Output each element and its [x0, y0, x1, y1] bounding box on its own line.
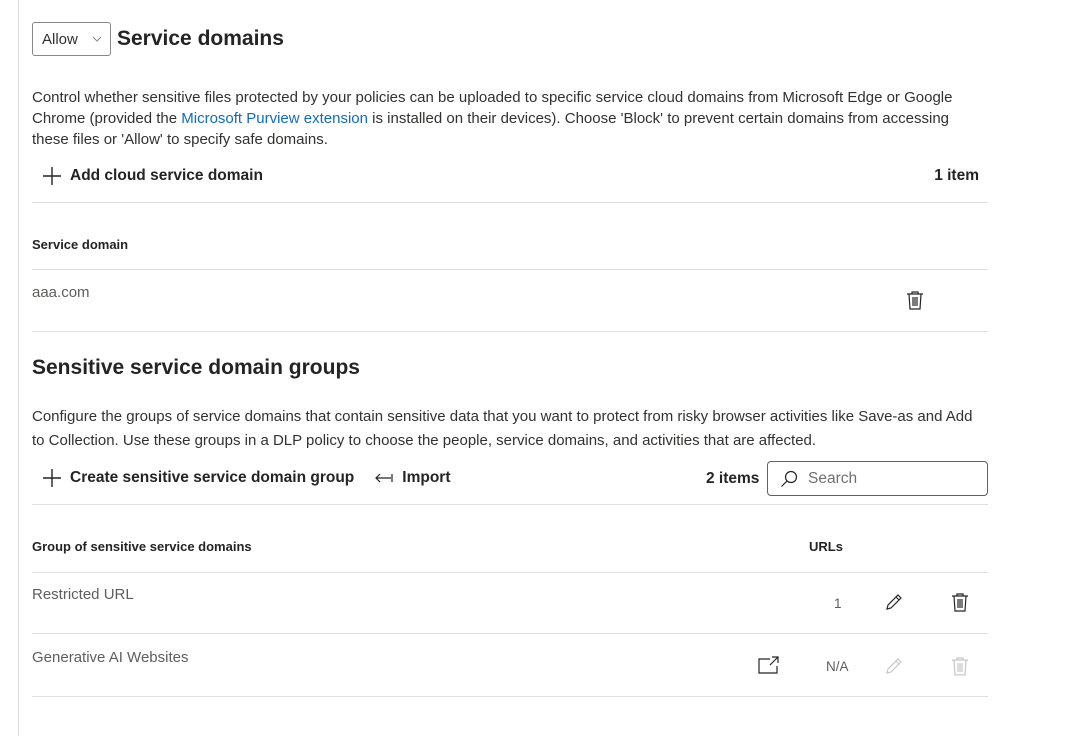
sensitive-groups-item-count: 2 items — [706, 470, 760, 487]
divider — [32, 202, 988, 203]
add-cloud-service-domain-button[interactable]: Add cloud service domain — [32, 158, 273, 194]
delete-group-button-disabled — [946, 652, 974, 680]
divider — [32, 331, 988, 332]
open-in-new-window-button[interactable] — [755, 651, 783, 679]
import-button[interactable]: Import — [364, 460, 460, 496]
left-panel-divider — [18, 0, 19, 736]
column-header-service-domain: Service domain — [32, 237, 129, 252]
service-domain-cell: aaa.com — [32, 284, 90, 301]
divider — [32, 696, 988, 697]
group-name-cell: Generative AI Websites — [32, 649, 189, 666]
divider — [32, 504, 988, 505]
trash-icon — [952, 657, 968, 676]
service-domains-description: Control whether sensitive files protecte… — [32, 87, 988, 150]
column-header-group: Group of sensitive service domains — [32, 539, 252, 554]
divider — [32, 633, 988, 634]
action-dropdown[interactable]: Allow — [32, 22, 111, 56]
open-external-icon — [758, 656, 779, 674]
column-header-urls: URLs — [809, 539, 843, 554]
sensitive-groups-title: Sensitive service domain groups — [32, 356, 360, 379]
search-icon — [781, 470, 798, 487]
create-sensitive-group-label: Create sensitive service domain group — [70, 469, 355, 486]
service-domains-title: Service domains — [117, 27, 284, 50]
edit-group-button-disabled — [880, 652, 908, 680]
plus-icon — [43, 167, 61, 185]
group-name-cell: Restricted URL — [32, 586, 134, 603]
sensitive-groups-description: Configure the groups of service domains … — [32, 408, 973, 449]
import-arrow-icon — [375, 473, 393, 483]
search-input[interactable] — [806, 468, 980, 489]
divider — [32, 572, 988, 573]
trash-icon — [952, 593, 968, 612]
service-domains-header: Allow Service domains — [32, 22, 284, 56]
pencil-icon — [886, 594, 902, 610]
search-box[interactable] — [767, 461, 988, 496]
service-domains-command-bar: Add cloud service domain 1 item — [32, 158, 988, 194]
pencil-icon — [886, 658, 902, 674]
delete-domain-button[interactable] — [901, 286, 929, 314]
urls-count-cell: 1 — [834, 596, 842, 611]
service-domains-item-count: 1 item — [934, 167, 979, 184]
add-cloud-service-domain-label: Add cloud service domain — [70, 167, 263, 184]
edit-group-button[interactable] — [880, 588, 908, 616]
delete-group-button[interactable] — [946, 588, 974, 616]
action-dropdown-value: Allow — [42, 30, 78, 48]
purview-extension-link[interactable]: Microsoft Purview extension — [181, 110, 368, 127]
divider — [32, 269, 988, 270]
create-sensitive-group-button[interactable]: Create sensitive service domain group — [32, 460, 364, 496]
trash-icon — [907, 291, 923, 310]
chevron-down-icon — [92, 36, 102, 42]
urls-count-cell: N/A — [826, 659, 849, 674]
import-label: Import — [402, 469, 451, 486]
plus-icon — [43, 469, 61, 487]
